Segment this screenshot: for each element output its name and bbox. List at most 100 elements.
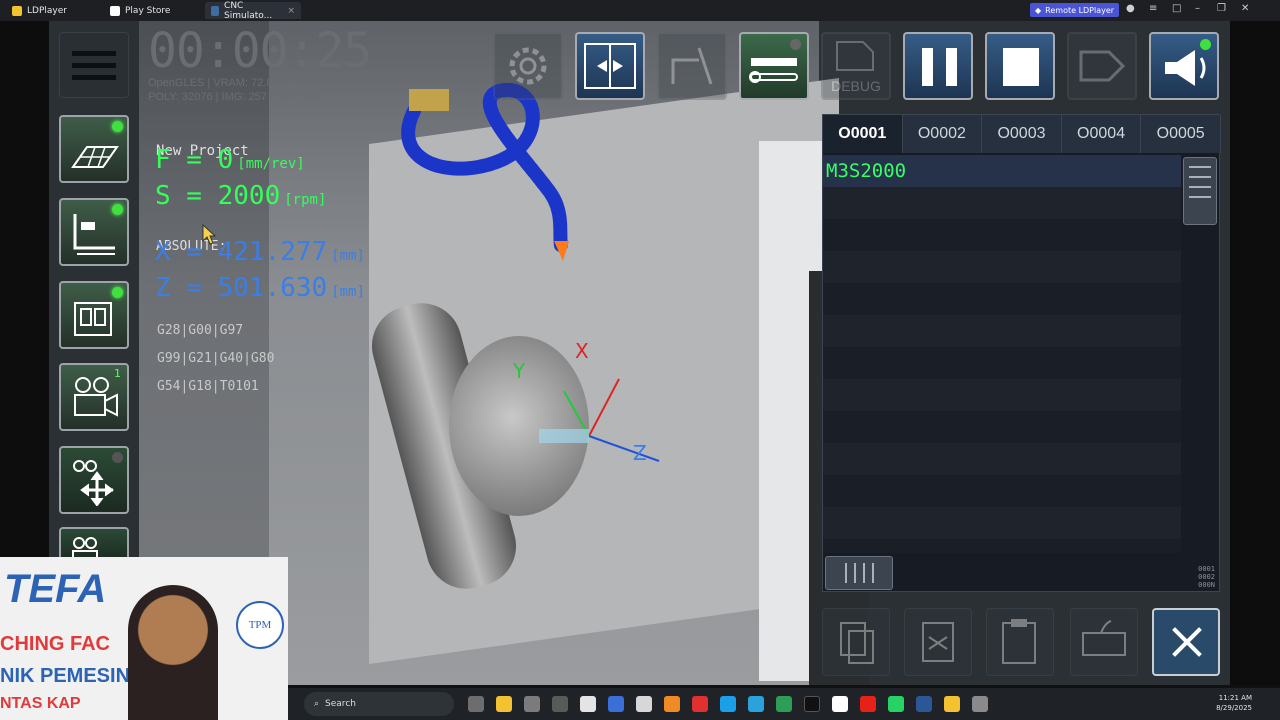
- youtube-icon[interactable]: [860, 696, 876, 712]
- tool-setup-button[interactable]: [739, 32, 809, 100]
- excel-icon[interactable]: [776, 696, 792, 712]
- code-line[interactable]: M3S2000: [823, 155, 1181, 187]
- tab-o0001[interactable]: O0001: [823, 115, 903, 153]
- code-line-empty[interactable]: [823, 475, 1181, 507]
- presenter: [128, 585, 218, 720]
- paste-button[interactable]: [986, 608, 1054, 676]
- video-camera-icon: [74, 377, 118, 417]
- banner-text: CHING FAC: [0, 633, 110, 655]
- settings-icon[interactable]: [972, 696, 988, 712]
- stop-button[interactable]: [985, 32, 1055, 100]
- taskbar-search[interactable]: ⌕ Search: [304, 692, 454, 716]
- app-icon[interactable]: [524, 696, 540, 712]
- tab-ldplayer[interactable]: LDPlayer: [6, 2, 73, 19]
- door-toggle-button[interactable]: [575, 32, 645, 100]
- sound-button[interactable]: [1149, 32, 1219, 100]
- render-stats: OpenGLES | VRAM: 72.85 | FPS: 62.5 POLY:…: [148, 76, 337, 104]
- app-icon[interactable]: [552, 696, 568, 712]
- vertical-scroll-handle[interactable]: [1183, 157, 1217, 225]
- remote-ldplayer-button[interactable]: ◆ Remote LDPlayer: [1030, 3, 1120, 17]
- taskbar-search-label: Search: [325, 699, 356, 709]
- word-icon[interactable]: [916, 696, 932, 712]
- tool-offset-button[interactable]: [657, 32, 727, 100]
- horizontal-scroll-handle[interactable]: [825, 556, 893, 590]
- tab-o0002[interactable]: O0002: [903, 115, 983, 153]
- code-line-empty[interactable]: [823, 251, 1181, 283]
- ldplayer-icon[interactable]: [944, 696, 960, 712]
- elapsed-timer: 00:00:25: [148, 23, 372, 79]
- tab-o0004[interactable]: O0004: [1062, 115, 1142, 153]
- program-editor: O0001 O0002 O0003 O0004 O0005 M3S2000 00…: [822, 114, 1221, 592]
- close-tab-icon[interactable]: ×: [287, 6, 295, 16]
- clipboard-icon: [1002, 619, 1036, 664]
- pause-icon: [922, 48, 958, 86]
- task-view-icon[interactable]: [468, 696, 484, 712]
- tab-o0005[interactable]: O0005: [1141, 115, 1221, 153]
- line-number-row: 0002: [1198, 573, 1215, 581]
- copy-icon: [840, 622, 874, 664]
- feed-unit: [mm/rev]: [237, 156, 305, 172]
- copy-button[interactable]: [822, 608, 890, 676]
- fullscreen-icon[interactable]: □: [1172, 3, 1181, 14]
- code-line-empty[interactable]: [823, 347, 1181, 379]
- play-store-icon: [110, 5, 120, 16]
- vlc-icon[interactable]: [664, 696, 680, 712]
- chrome-icon[interactable]: [832, 696, 848, 712]
- opera-icon[interactable]: [692, 696, 708, 712]
- x-position-unit: [mm]: [331, 248, 365, 264]
- tab-o0003[interactable]: O0003: [982, 115, 1062, 153]
- remote-icon: ◆: [1035, 5, 1042, 15]
- line-number-row: 000N: [1198, 581, 1215, 589]
- pause-button[interactable]: [903, 32, 973, 100]
- feed-readout: F = 0 [mm/rev]: [155, 145, 305, 175]
- banner-text: NTAS KAP: [0, 695, 81, 712]
- webcam-overlay: TEFA CHING FAC NIK PEMESIN NTAS KAP TPM: [0, 557, 288, 720]
- close-window-icon[interactable]: ✕: [1241, 3, 1249, 14]
- grid-plane-icon: [71, 146, 119, 168]
- tiktok-icon[interactable]: [804, 696, 820, 712]
- restore-icon[interactable]: ❐: [1217, 3, 1226, 14]
- file-explorer-icon[interactable]: [496, 696, 512, 712]
- machine-view-button[interactable]: [59, 281, 129, 349]
- code-line-empty[interactable]: [823, 411, 1181, 443]
- camera-pan-button[interactable]: [59, 446, 129, 514]
- edge-icon[interactable]: [720, 696, 736, 712]
- tool-path-button[interactable]: [59, 198, 129, 266]
- tab-play-store[interactable]: Play Store: [104, 2, 176, 19]
- debug-button[interactable]: DEBUG: [821, 32, 891, 100]
- whatsapp-icon[interactable]: [888, 696, 904, 712]
- tab-play-store-label: Play Store: [125, 5, 171, 16]
- x-icon[interactable]: [580, 696, 596, 712]
- app-icon[interactable]: [608, 696, 624, 712]
- camera-view-button[interactable]: 1: [59, 363, 129, 431]
- settings-button[interactable]: [493, 32, 563, 100]
- close-editor-button[interactable]: [1152, 608, 1220, 676]
- z-position-readout: Z = 501.630 [mm]: [155, 273, 365, 303]
- keyboard-button[interactable]: [1070, 608, 1138, 676]
- system-clock[interactable]: 11:21 AM 8/29/2025: [1216, 693, 1252, 713]
- cut-button[interactable]: [904, 608, 972, 676]
- tab-cnc-simulator[interactable]: CNC Simulato... ×: [205, 1, 301, 21]
- code-line-empty[interactable]: [823, 315, 1181, 347]
- banner-text: TEFA: [4, 567, 107, 611]
- code-line-empty[interactable]: [823, 283, 1181, 315]
- door-icon: [584, 43, 636, 89]
- workpiece-grid-button[interactable]: [59, 115, 129, 183]
- single-block-button[interactable]: [1067, 32, 1137, 100]
- menu-icon[interactable]: ≡: [1149, 3, 1157, 14]
- status-led: [1200, 39, 1211, 50]
- code-line-empty[interactable]: [823, 379, 1181, 411]
- minimize-icon[interactable]: –: [1195, 3, 1200, 14]
- code-area[interactable]: M3S2000: [823, 155, 1181, 553]
- app-icon[interactable]: [636, 696, 652, 712]
- clock-date: 8/29/2025: [1216, 704, 1252, 712]
- code-line-empty[interactable]: [823, 443, 1181, 475]
- account-icon[interactable]: ●: [1126, 3, 1135, 14]
- axis-gizmo: [539, 378, 660, 462]
- code-line-empty[interactable]: [823, 187, 1181, 219]
- main-menu-button[interactable]: [59, 32, 129, 98]
- telegram-icon[interactable]: [748, 696, 764, 712]
- code-line-empty[interactable]: [823, 219, 1181, 251]
- code-line-empty[interactable]: [823, 507, 1181, 539]
- keyboard-icon: [1082, 620, 1126, 656]
